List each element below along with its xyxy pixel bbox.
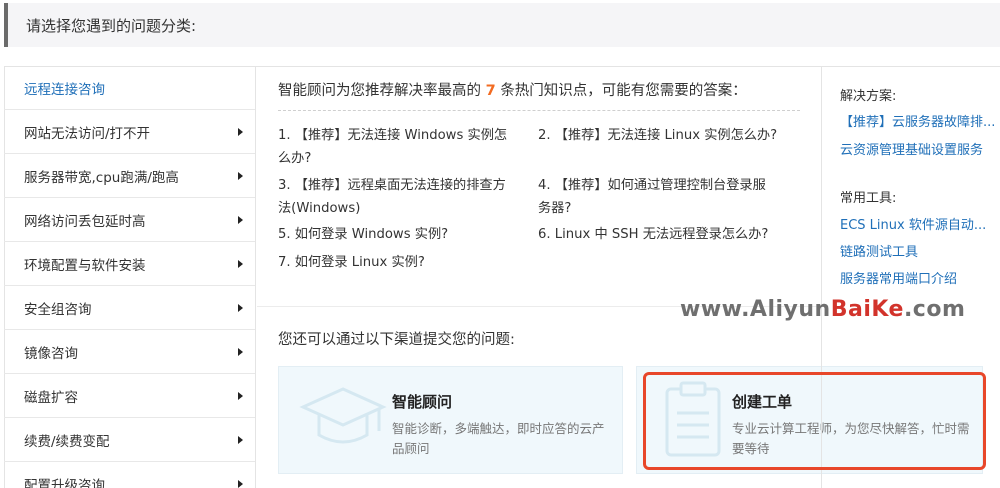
page-title: 请选择您遇到的问题分类: xyxy=(26,16,197,35)
sidebar-item-label: 远程连接咨询 xyxy=(24,81,105,98)
sidebar-item-label: 网络访问丢包延时高 xyxy=(24,213,146,230)
watermark-suffix: .com xyxy=(903,297,966,322)
tool-link-1[interactable]: ECS Linux 软件源自动... xyxy=(840,214,998,233)
sidebar-item-label: 环境配置与软件安装 xyxy=(24,257,146,274)
sidebar-item-website-unreachable[interactable]: 网站无法访问/打不开 xyxy=(4,110,255,154)
knowledge-link-3[interactable]: 3. 【推荐】远程桌面无法连接的排查方法(Windows) xyxy=(278,174,518,220)
category-sidebar: 远程连接咨询 网站无法访问/打不开 服务器带宽,cpu跑满/跑高 网络访问丢包延… xyxy=(4,66,256,488)
chevron-right-icon xyxy=(238,479,243,488)
chevron-right-icon xyxy=(238,391,243,400)
clipboard-icon xyxy=(665,381,721,457)
chevron-right-icon xyxy=(238,171,243,180)
recommend-suffix: 条热门知识点，可能有您需要的答案： xyxy=(500,83,747,99)
main-panel: 智能顾问为您推荐解决率最高的 7 条热门知识点，可能有您需要的答案： 1. 【推… xyxy=(257,66,983,488)
sidebar-item-label: 安全组咨询 xyxy=(24,301,92,318)
knowledge-link-1[interactable]: 1. 【推荐】无法连接 Windows 实例怎么办? xyxy=(278,124,518,170)
sidebar-item-label: 磁盘扩容 xyxy=(24,389,78,406)
solution-link-1[interactable]: 【推荐】云服务器故障排... xyxy=(840,111,998,130)
recommend-prefix: 智能顾问为您推荐解决率最高的 xyxy=(278,83,481,99)
channels-heading: 您还可以通过以下渠道提交您的问题: xyxy=(278,332,515,348)
page-header: 请选择您遇到的问题分类: xyxy=(4,3,1000,47)
sidebar-item-remote-connection[interactable]: 远程连接咨询 xyxy=(4,66,255,110)
tools-label: 常用工具: xyxy=(840,191,897,206)
sidebar-item-label: 服务器带宽,cpu跑满/跑高 xyxy=(24,169,179,186)
sidebar-item-label: 网站无法访问/打不开 xyxy=(24,125,151,142)
chevron-right-icon xyxy=(238,303,243,312)
sidebar-item-bandwidth-cpu[interactable]: 服务器带宽,cpu跑满/跑高 xyxy=(4,154,255,198)
card-desc: 智能诊断，多端触达，即时应答的云产品顾问 xyxy=(392,421,605,456)
sidebar-item-security-group[interactable]: 安全组咨询 xyxy=(4,286,255,330)
sidebar-item-upgrade[interactable]: 配置升级咨询 xyxy=(4,462,255,488)
recommend-heading: 智能顾问为您推荐解决率最高的 7 条热门知识点，可能有您需要的答案： xyxy=(278,79,747,100)
watermark-highlight: BaiKe xyxy=(830,297,904,322)
tool-link-3[interactable]: 服务器常用端口介绍 xyxy=(840,268,998,287)
knowledge-link-2[interactable]: 2. 【推荐】无法连接 Linux 实例怎么办? xyxy=(538,124,778,147)
chevron-right-icon xyxy=(238,215,243,224)
smart-advisor-card[interactable]: 智能顾问 智能诊断，多端触达，即时应答的云产品顾问 xyxy=(278,366,623,474)
watermark: www.AliyunBaiKe.com xyxy=(680,297,965,322)
knowledge-link-4[interactable]: 4. 【推荐】如何通过管理控制台登录服务器? xyxy=(538,174,778,220)
solution-link-2[interactable]: 云资源管理基础设置服务 xyxy=(840,139,998,158)
dashed-divider xyxy=(278,110,800,111)
right-panel: 解决方案: 【推荐】云服务器故障排... 云资源管理基础设置服务 常用工具: E… xyxy=(821,66,1000,488)
sidebar-item-disk-expansion[interactable]: 磁盘扩容 xyxy=(4,374,255,418)
recommend-count: 7 xyxy=(485,83,496,99)
card-title: 智能顾问 xyxy=(392,393,453,411)
chevron-right-icon xyxy=(238,259,243,268)
knowledge-link-5[interactable]: 5. 如何登录 Windows 实例? xyxy=(278,223,518,246)
sidebar-item-label: 镜像咨询 xyxy=(24,345,78,362)
sidebar-item-label: 续费/续费变配 xyxy=(24,433,110,450)
watermark-prefix: www.Aliyun xyxy=(680,297,831,322)
sidebar-item-renewal[interactable]: 续费/续费变配 xyxy=(4,418,255,462)
sidebar-item-image[interactable]: 镜像咨询 xyxy=(4,330,255,374)
sidebar-item-packet-loss[interactable]: 网络访问丢包延时高 xyxy=(4,198,255,242)
sidebar-item-environment-config[interactable]: 环境配置与软件安装 xyxy=(4,242,255,286)
chevron-right-icon xyxy=(238,347,243,356)
card-title: 创建工单 xyxy=(732,393,793,411)
knowledge-link-6[interactable]: 6. Linux 中 SSH 无法远程登录怎么办? xyxy=(538,223,808,246)
sidebar-item-label: 配置升级咨询 xyxy=(24,477,105,488)
solutions-label: 解决方案: xyxy=(840,89,897,104)
knowledge-link-7[interactable]: 7. 如何登录 Linux 实例? xyxy=(278,251,518,274)
chevron-right-icon xyxy=(238,127,243,136)
tool-link-2[interactable]: 链路测试工具 xyxy=(840,241,998,260)
graduation-cap-icon xyxy=(299,387,387,444)
chevron-right-icon xyxy=(238,435,243,444)
